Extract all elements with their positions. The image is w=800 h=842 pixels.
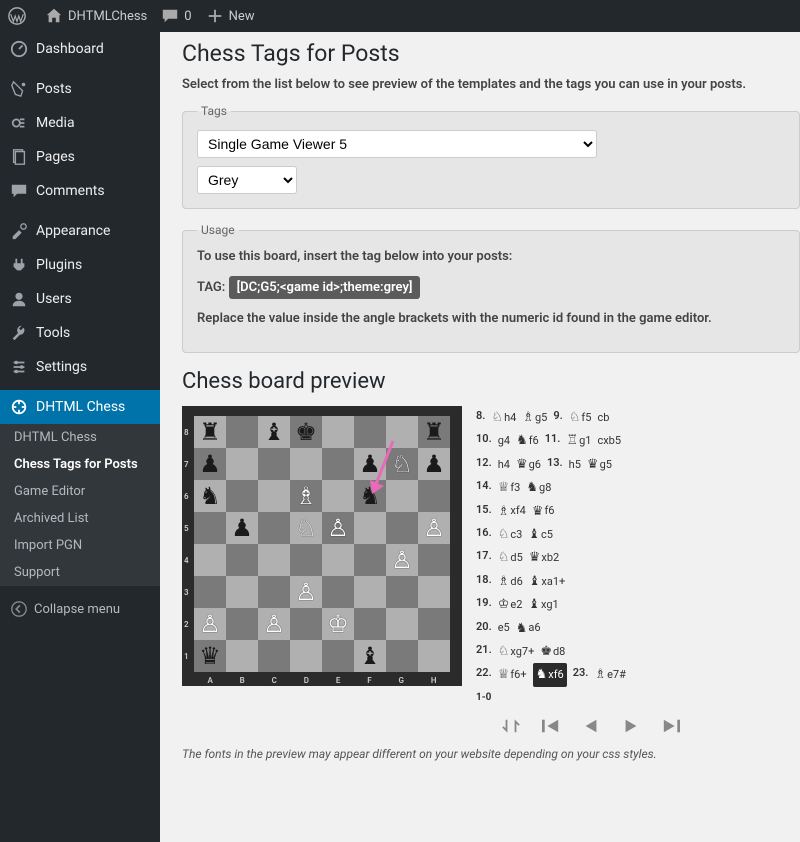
chess-board[interactable]: 87654321 ♜♝♚♜♟♟♘♟♞♗♞♟♘♙♙♙♙♙♙♔♛♝ ABCDEFGH	[182, 406, 462, 686]
tag-value: [DC;G5;<game id>;theme:grey]	[229, 276, 421, 299]
sub-chess-tags[interactable]: Chess Tags for Posts	[0, 451, 160, 478]
sidebar-item-tools[interactable]: Tools	[0, 316, 160, 350]
sidebar-item-pages[interactable]: Pages	[0, 140, 160, 174]
sidebar-item-dhtml-chess[interactable]: DHTML Chess	[0, 390, 160, 424]
theme-select[interactable]: Grey	[197, 166, 297, 194]
file-labels: ABCDEFGH	[194, 676, 450, 685]
wp-logo[interactable]	[8, 7, 31, 25]
first-icon[interactable]	[540, 717, 562, 735]
usage-fieldset: Usage To use this board, insert the tag …	[182, 223, 800, 353]
site-name: DHTMLChess	[68, 9, 147, 24]
intro-text: Select from the list below to see previe…	[182, 77, 800, 92]
sidebar-item-media[interactable]: Media	[0, 106, 160, 140]
tag-row: TAG: [DC;G5;<game id>;theme:grey]	[197, 276, 785, 299]
label: Tools	[36, 325, 70, 341]
sidebar-item-settings[interactable]: Settings	[0, 350, 160, 384]
admin-sidebar: Dashboard Posts Media Pages Comments App…	[0, 32, 160, 842]
sidebar-item-posts[interactable]: Posts	[0, 72, 160, 106]
tags-legend: Tags	[197, 104, 231, 118]
collapse-menu[interactable]: Collapse menu	[0, 592, 160, 626]
nav-controls	[476, 707, 682, 741]
flip-icon[interactable]	[500, 717, 522, 735]
sub-support[interactable]: Support	[0, 559, 160, 586]
prev-icon[interactable]	[580, 717, 602, 735]
rank-labels: 87654321	[184, 416, 189, 672]
label: DHTML Chess	[36, 399, 125, 415]
comments-link[interactable]: 0	[161, 7, 191, 25]
sidebar-item-appearance[interactable]: Appearance	[0, 214, 160, 248]
board-squares: ♜♝♚♜♟♟♘♟♞♗♞♟♘♙♙♙♙♙♙♔♛♝	[194, 416, 450, 672]
last-icon[interactable]	[660, 717, 682, 735]
admin-topbar: DHTMLChess 0 New	[0, 0, 800, 32]
label: Plugins	[36, 257, 82, 273]
sidebar-item-comments[interactable]: Comments	[0, 174, 160, 208]
comments-count: 0	[184, 9, 191, 24]
sub-game-editor[interactable]: Game Editor	[0, 478, 160, 505]
label: Media	[36, 115, 75, 131]
label: Collapse menu	[34, 602, 120, 617]
next-icon[interactable]	[620, 717, 642, 735]
label: Comments	[36, 183, 105, 199]
tag-label: TAG:	[197, 280, 225, 295]
label: Users	[36, 291, 72, 307]
label: Posts	[36, 81, 72, 97]
label: Dashboard	[36, 41, 104, 57]
preview-footnote: The fonts in the preview may appear diff…	[182, 747, 800, 761]
label: Appearance	[36, 223, 110, 239]
usage-legend: Usage	[197, 223, 239, 237]
site-link[interactable]: DHTMLChess	[45, 7, 147, 25]
sidebar-item-plugins[interactable]: Plugins	[0, 248, 160, 282]
template-select[interactable]: Single Game Viewer 5	[197, 130, 597, 158]
preview-title: Chess board preview	[182, 369, 800, 394]
new-label: New	[229, 9, 255, 24]
main-content: Chess Tags for Posts Select from the lis…	[160, 32, 800, 842]
sidebar-item-users[interactable]: Users	[0, 282, 160, 316]
sub-import-pgn[interactable]: Import PGN	[0, 532, 160, 559]
usage-line2: Replace the value inside the angle brack…	[197, 311, 785, 326]
moves-list[interactable]: 8.♘h4♗g59.♘f5cb10.g4♞f611.♖g1cxb512.h4♛g…	[476, 406, 682, 707]
label: Settings	[36, 359, 87, 375]
tags-fieldset: Tags Single Game Viewer 5 Grey	[182, 104, 800, 209]
page-title: Chess Tags for Posts	[182, 40, 800, 67]
sidebar-item-dashboard[interactable]: Dashboard	[0, 32, 160, 66]
usage-line1: To use this board, insert the tag below …	[197, 249, 785, 264]
new-link[interactable]: New	[206, 7, 255, 25]
sub-archived-list[interactable]: Archived List	[0, 505, 160, 532]
sub-dhtml-chess[interactable]: DHTML Chess	[0, 424, 160, 451]
label: Pages	[36, 149, 75, 165]
